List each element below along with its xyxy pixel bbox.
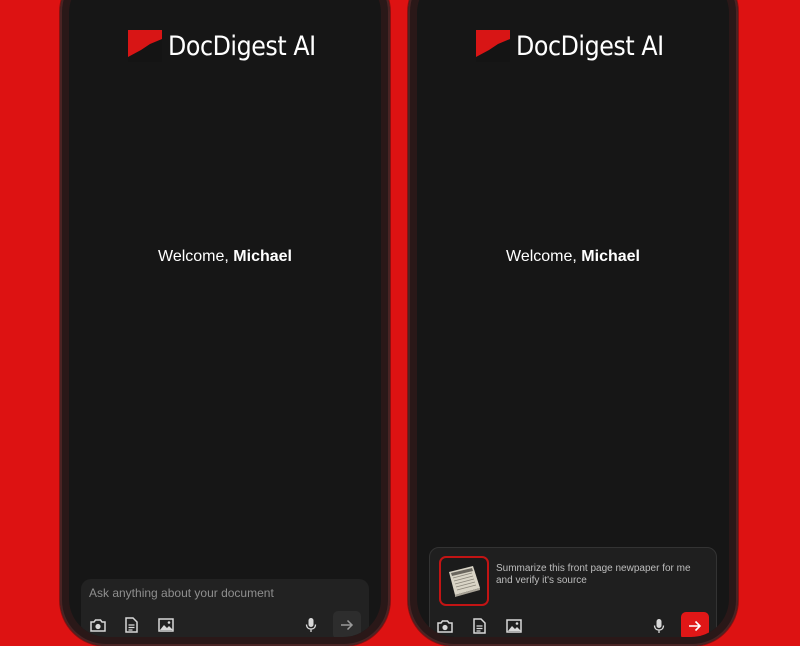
app-logo: DocDigest AI [417, 30, 729, 62]
attached-prompt-text[interactable]: Summarize this front page newpaper for m… [496, 563, 706, 587]
document-icon[interactable] [120, 615, 142, 635]
chat-input-placeholder[interactable]: Ask anything about your document [89, 586, 274, 600]
chat-composer[interactable]: Ask anything about your document [81, 579, 369, 637]
send-arrow-icon [689, 620, 702, 632]
microphone-icon[interactable] [300, 615, 322, 635]
attachment-thumbnail[interactable] [439, 556, 489, 606]
composer-toolbar [430, 608, 716, 637]
document-icon[interactable] [468, 616, 490, 636]
app-screen: DocDigest AI Welcome, Michael Summarize … [417, 0, 729, 637]
camera-icon[interactable] [434, 616, 456, 636]
app-title: DocDigest AI [168, 30, 316, 62]
app-screen: DocDigest AI Welcome, Michael Ask anythi… [69, 0, 381, 637]
composer-toolbar [81, 607, 369, 637]
logo-mark-icon [476, 30, 511, 62]
logo-mark-icon [128, 30, 163, 62]
image-icon[interactable] [503, 616, 525, 636]
send-arrow-icon [341, 619, 354, 631]
phone-frame-empty: DocDigest AI Welcome, Michael Ask anythi… [60, 0, 390, 646]
welcome-message: Welcome, Michael [417, 248, 729, 266]
phone-frame-filled: DocDigest AI Welcome, Michael Summarize … [408, 0, 738, 646]
chat-composer[interactable]: Summarize this front page newpaper for m… [429, 547, 717, 637]
send-button[interactable] [333, 611, 361, 637]
newspaper-icon [449, 566, 480, 597]
welcome-prefix: Welcome, [506, 248, 577, 265]
welcome-message: Welcome, Michael [69, 248, 381, 266]
app-title: DocDigest AI [516, 30, 664, 62]
camera-icon[interactable] [87, 615, 109, 635]
image-icon[interactable] [155, 615, 177, 635]
user-name: Michael [581, 248, 640, 265]
app-logo: DocDigest AI [69, 30, 381, 62]
welcome-prefix: Welcome, [158, 248, 229, 265]
send-button[interactable] [681, 612, 709, 637]
microphone-icon[interactable] [648, 616, 670, 636]
user-name: Michael [233, 248, 292, 265]
